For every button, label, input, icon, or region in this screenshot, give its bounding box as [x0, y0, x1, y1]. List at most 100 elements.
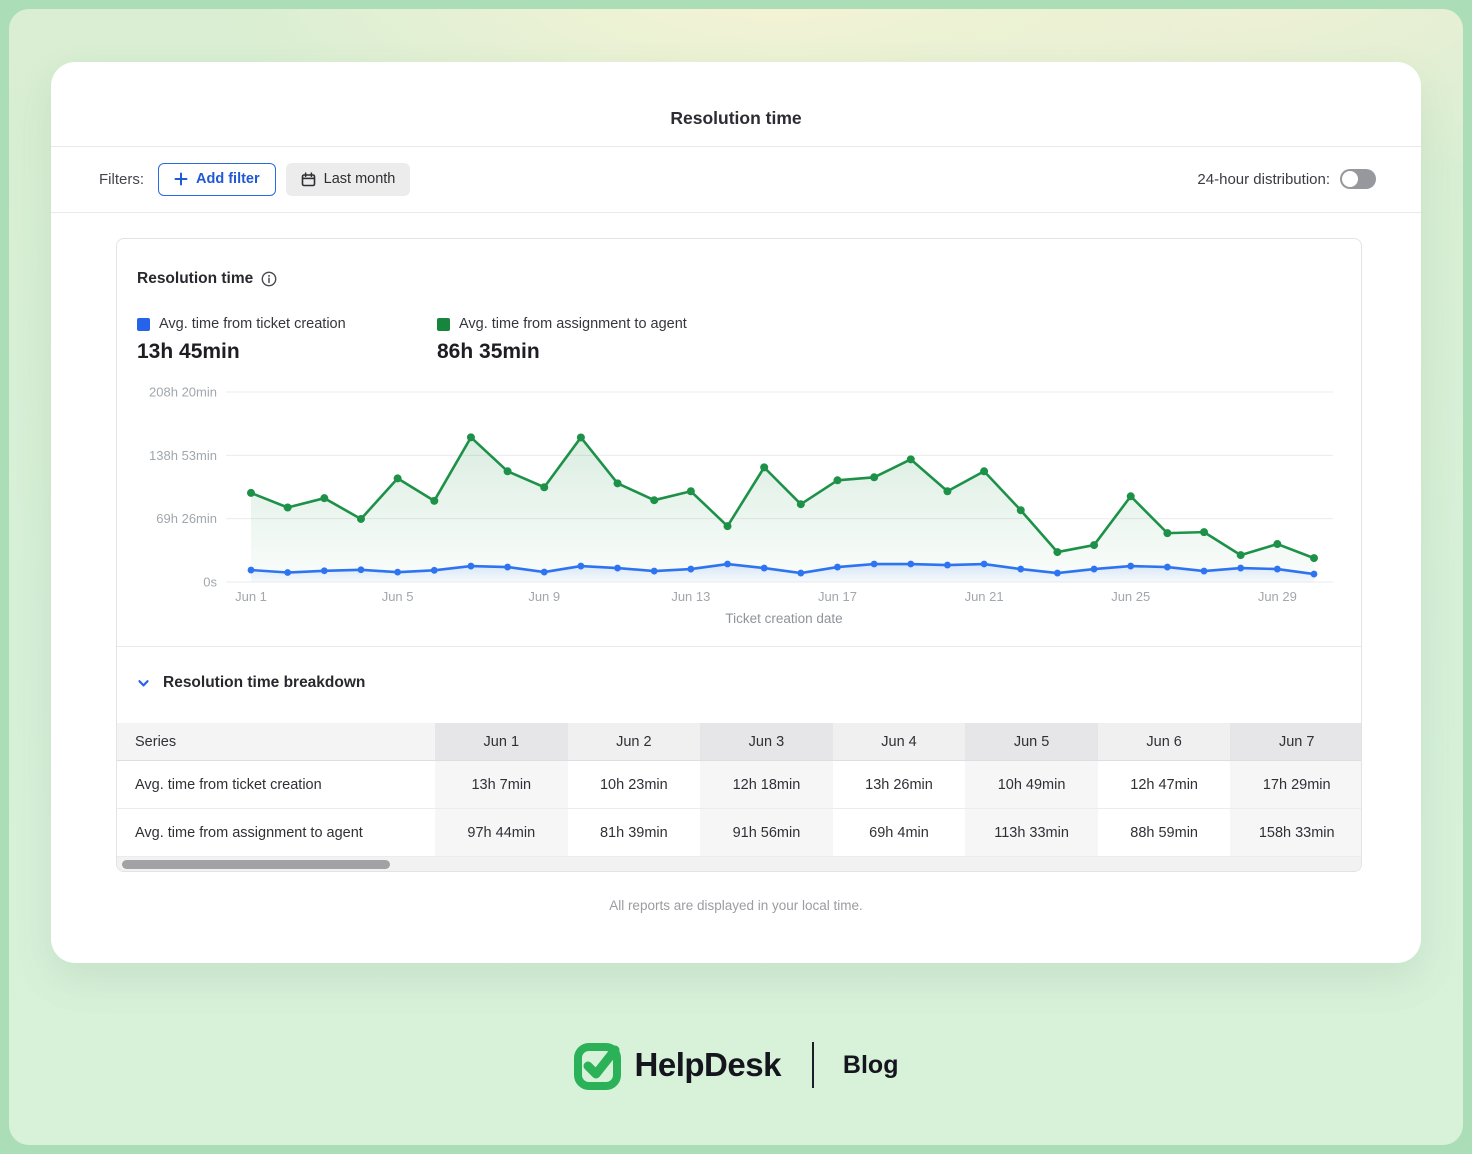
data-point[interactable] — [540, 483, 548, 491]
data-point[interactable] — [614, 565, 621, 572]
data-point[interactable] — [1274, 566, 1281, 573]
data-point[interactable] — [394, 474, 402, 482]
data-point[interactable] — [248, 567, 255, 574]
data-point[interactable] — [577, 563, 584, 570]
data-point[interactable] — [1311, 571, 1318, 578]
distribution-toggle[interactable] — [1340, 169, 1376, 189]
data-point[interactable] — [1090, 541, 1098, 549]
data-point[interactable] — [1273, 540, 1281, 548]
resolution-time-panel: Resolution time Avg. time from ticket cr… — [116, 238, 1362, 872]
add-filter-button[interactable]: Add filter — [158, 163, 276, 196]
data-point[interactable] — [430, 497, 438, 505]
data-point[interactable] — [907, 455, 915, 463]
data-point[interactable] — [871, 561, 878, 568]
column-header-date: Jun 6 — [1098, 723, 1231, 760]
data-point[interactable] — [1091, 566, 1098, 573]
x-axis-tick-label: Jun 13 — [671, 589, 710, 604]
x-axis-tick-label: Jun 1 — [235, 589, 267, 604]
data-point[interactable] — [1054, 570, 1061, 577]
data-point[interactable] — [870, 473, 878, 481]
data-point[interactable] — [467, 433, 475, 441]
info-icon[interactable] — [261, 271, 277, 287]
data-point[interactable] — [833, 476, 841, 484]
breakdown-collapse-header[interactable]: Resolution time breakdown — [137, 674, 365, 692]
data-point[interactable] — [1164, 564, 1171, 571]
resolution-time-chart[interactable]: 0s69h 26min138h 53min208h 20minJun 1Jun … — [131, 379, 1351, 643]
data-point[interactable] — [944, 562, 951, 569]
column-header-date: Jun 7 — [1230, 723, 1362, 760]
filters-label: Filters: — [99, 171, 144, 188]
table-header-row: SeriesJun 1Jun 2Jun 3Jun 4Jun 5Jun 6Jun … — [117, 723, 1362, 761]
logo-divider — [812, 1042, 814, 1088]
data-point[interactable] — [504, 564, 511, 571]
plus-icon — [174, 172, 188, 186]
data-point[interactable] — [1237, 565, 1244, 572]
add-filter-label: Add filter — [196, 171, 260, 187]
data-point[interactable] — [724, 561, 731, 568]
scrollbar-thumb[interactable] — [122, 860, 390, 869]
data-point[interactable] — [797, 500, 805, 508]
data-point[interactable] — [834, 564, 841, 571]
data-point[interactable] — [650, 496, 658, 504]
value-cell: 91h 56min — [700, 809, 833, 856]
data-point[interactable] — [761, 565, 768, 572]
data-point[interactable] — [1127, 563, 1134, 570]
legend-item-ticket-creation[interactable]: Avg. time from ticket creation 13h 45min — [137, 316, 346, 364]
legend-value: 13h 45min — [137, 340, 346, 364]
data-point[interactable] — [760, 463, 768, 471]
data-point[interactable] — [614, 479, 622, 487]
x-axis-tick-label: Jun 25 — [1111, 589, 1150, 604]
data-point[interactable] — [797, 570, 804, 577]
legend-item-assignment-agent[interactable]: Avg. time from assignment to agent 86h 3… — [437, 316, 687, 364]
data-point[interactable] — [907, 561, 914, 568]
data-point[interactable] — [321, 567, 328, 574]
calendar-icon — [301, 172, 316, 187]
date-range-button[interactable]: Last month — [286, 163, 411, 196]
data-point[interactable] — [943, 487, 951, 495]
value-cell: 88h 59min — [1098, 809, 1231, 856]
page-title: Resolution time — [51, 108, 1421, 129]
table-row: Avg. time from ticket creation13h 7min10… — [117, 761, 1362, 809]
legend-swatch-blue — [137, 318, 150, 331]
local-time-note: All reports are displayed in your local … — [51, 898, 1421, 913]
data-point[interactable] — [980, 467, 988, 475]
data-point[interactable] — [468, 563, 475, 570]
data-point[interactable] — [541, 569, 548, 576]
data-point[interactable] — [1201, 568, 1208, 575]
data-point[interactable] — [1163, 529, 1171, 537]
data-point[interactable] — [431, 567, 438, 574]
legend-value: 86h 35min — [437, 340, 687, 364]
data-point[interactable] — [577, 433, 585, 441]
panel-title: Resolution time — [137, 270, 253, 288]
data-point[interactable] — [358, 566, 365, 573]
table-horizontal-scrollbar[interactable] — [117, 857, 1362, 871]
value-cell: 81h 39min — [568, 809, 701, 856]
data-point[interactable] — [357, 515, 365, 523]
data-point[interactable] — [247, 489, 255, 497]
data-point[interactable] — [981, 561, 988, 568]
data-point[interactable] — [1017, 566, 1024, 573]
value-cell: 13h 26min — [833, 761, 966, 808]
data-point[interactable] — [1310, 554, 1318, 562]
data-point[interactable] — [1127, 492, 1135, 500]
data-point[interactable] — [724, 522, 732, 530]
data-point[interactable] — [1200, 528, 1208, 536]
legend-swatch-green — [437, 318, 450, 331]
data-point[interactable] — [284, 503, 292, 511]
logo-suffix: Blog — [843, 1051, 899, 1080]
data-point[interactable] — [687, 487, 695, 495]
data-point[interactable] — [504, 467, 512, 475]
data-point[interactable] — [1237, 551, 1245, 559]
data-point[interactable] — [687, 566, 694, 573]
data-point[interactable] — [1053, 548, 1061, 556]
distribution-toggle-label: 24-hour distribution: — [1197, 171, 1330, 188]
data-point[interactable] — [394, 569, 401, 576]
data-point[interactable] — [320, 494, 328, 502]
data-point[interactable] — [284, 569, 291, 576]
column-header-date: Jun 4 — [833, 723, 966, 760]
series-name-cell: Avg. time from ticket creation — [117, 761, 435, 808]
data-point[interactable] — [1017, 506, 1025, 514]
report-card: Resolution time Filters: Add filter Last… — [51, 62, 1421, 963]
divider — [51, 212, 1421, 213]
data-point[interactable] — [651, 568, 658, 575]
